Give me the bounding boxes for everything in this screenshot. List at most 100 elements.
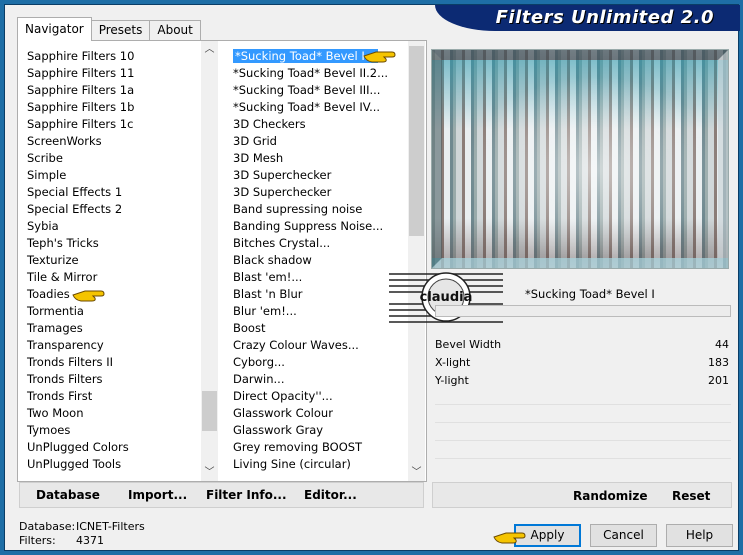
- scroll-down-icon[interactable]: ﹀: [201, 464, 218, 481]
- filter-item[interactable]: Glasswork Colour: [230, 405, 408, 422]
- filter-item[interactable]: *Sucking Toad* Bevel III...: [230, 82, 408, 99]
- tab-presets[interactable]: Presets: [90, 20, 151, 41]
- scroll-down-icon[interactable]: ﹀: [408, 464, 425, 481]
- scroll-up-icon[interactable]: ︿: [201, 41, 218, 58]
- param-label: X-light: [435, 356, 471, 369]
- param-y-light[interactable]: Y-light 201: [435, 372, 731, 390]
- filter-item[interactable]: *Sucking Toad* Bevel II.2...: [230, 65, 408, 82]
- category-item[interactable]: Sapphire Filters 1b: [24, 99, 199, 116]
- filter-item[interactable]: 3D Checkers: [230, 116, 408, 133]
- category-scrollbar[interactable]: ︿ ﹀: [201, 41, 218, 481]
- filter-item[interactable]: Boost: [230, 320, 408, 337]
- tab-about[interactable]: About: [149, 20, 201, 41]
- pointing-hand-icon: [71, 287, 105, 303]
- item-label: Scribe: [27, 151, 63, 165]
- category-item[interactable]: Special Effects 1: [24, 184, 199, 201]
- param-label: Bevel Width: [435, 338, 502, 351]
- filter-item[interactable]: Glasswork Gray: [230, 422, 408, 439]
- category-item[interactable]: ScreenWorks: [24, 133, 199, 150]
- left-button-bar: Database Import... Filter Info... Editor…: [19, 482, 424, 508]
- filter-list[interactable]: *Sucking Toad* Bevel I... *Sucking Toad* …: [230, 48, 408, 482]
- category-list[interactable]: Sapphire Filters 10 Sapphire Filters 11 Sa…: [24, 48, 199, 482]
- cancel-button[interactable]: Cancel: [590, 524, 657, 547]
- filter-scrollbar[interactable]: ﹀: [408, 41, 425, 481]
- category-item[interactable]: Sapphire Filters 11: [24, 65, 199, 82]
- item-label: Bitches Crystal...: [233, 236, 331, 250]
- item-label: *Sucking Toad* Bevel III...: [233, 83, 381, 97]
- filter-item[interactable]: Living Sine (circular): [230, 456, 408, 473]
- filter-item[interactable]: 3D Mesh: [230, 150, 408, 167]
- status-database: Database: ICNET-Filters: [19, 520, 145, 533]
- filter-item[interactable]: Blast 'em!...: [230, 269, 408, 286]
- category-item[interactable]: Tronds Filters II: [24, 354, 199, 371]
- filter-item[interactable]: Blur 'em!...: [230, 303, 408, 320]
- filter-item[interactable]: Bitches Crystal...: [230, 235, 408, 252]
- item-label: Tronds Filters II: [27, 355, 113, 369]
- empty-slider-track: [435, 422, 731, 423]
- category-item[interactable]: Tormentia: [24, 303, 199, 320]
- category-item[interactable]: Sapphire Filters 1c: [24, 116, 199, 133]
- filter-item[interactable]: Darwin...: [230, 371, 408, 388]
- category-item[interactable]: UnPlugged Tools: [24, 456, 199, 473]
- param-x-light[interactable]: X-light 183: [435, 354, 731, 372]
- category-item[interactable]: UnPlugged Colors: [24, 439, 199, 456]
- filter-info-button[interactable]: Filter Info...: [206, 488, 287, 502]
- item-label: Special Effects 1: [27, 185, 123, 199]
- item-label: Two Moon: [27, 406, 84, 420]
- category-item[interactable]: Sapphire Filters 10: [24, 48, 199, 65]
- category-item[interactable]: Two Moon: [24, 405, 199, 422]
- status-database-value: ICNET-Filters: [76, 520, 145, 533]
- category-item[interactable]: Scribe: [24, 150, 199, 167]
- item-label: *Sucking Toad* Bevel I...: [233, 49, 378, 63]
- filter-item[interactable]: 3D Superchecker: [230, 184, 408, 201]
- filter-item[interactable]: Band supressing noise: [230, 201, 408, 218]
- item-label: Teph's Tricks: [27, 236, 99, 250]
- navigator-panel: Sapphire Filters 10 Sapphire Filters 11 Sa…: [17, 40, 427, 482]
- status-filters-label: Filters:: [19, 534, 56, 547]
- filter-item[interactable]: Grey removing BOOST: [230, 439, 408, 456]
- scroll-thumb[interactable]: [409, 46, 424, 236]
- param-bevel-width[interactable]: Bevel Width 44: [435, 336, 731, 354]
- empty-slider-track: [435, 458, 731, 459]
- filter-item[interactable]: 3D Grid: [230, 133, 408, 150]
- item-label: 3D Mesh: [233, 151, 284, 165]
- category-item[interactable]: Simple: [24, 167, 199, 184]
- category-item[interactable]: Tronds Filters: [24, 371, 199, 388]
- filter-item[interactable]: Cyborg...: [230, 354, 408, 371]
- item-label: 3D Grid: [233, 134, 277, 148]
- category-item[interactable]: Toadies: [24, 286, 199, 303]
- category-item[interactable]: Tymoes: [24, 422, 199, 439]
- import-button[interactable]: Import...: [128, 488, 187, 502]
- filter-item[interactable]: Blast 'n Blur: [230, 286, 408, 303]
- filter-item[interactable]: Crazy Colour Waves...: [230, 337, 408, 354]
- reset-button[interactable]: Reset: [672, 489, 710, 503]
- filter-item[interactable]: Black shadow: [230, 252, 408, 269]
- item-label: Sapphire Filters 1a: [27, 83, 135, 97]
- category-item[interactable]: Special Effects 2: [24, 201, 199, 218]
- filter-item[interactable]: Direct Opacity''...: [230, 388, 408, 405]
- category-item[interactable]: Tile & Mirror: [24, 269, 199, 286]
- filter-item[interactable]: Banding Suppress Noise...: [230, 218, 408, 235]
- filter-item[interactable]: 3D Superchecker: [230, 167, 408, 184]
- item-label: Tymoes: [27, 423, 71, 437]
- category-item[interactable]: Sybia: [24, 218, 199, 235]
- database-button[interactable]: Database: [36, 488, 100, 502]
- editor-button[interactable]: Editor...: [304, 488, 357, 502]
- help-button[interactable]: Help: [666, 524, 733, 547]
- category-item[interactable]: Texturize: [24, 252, 199, 269]
- tab-navigator[interactable]: Navigator: [17, 17, 92, 41]
- category-item[interactable]: Sapphire Filters 1a: [24, 82, 199, 99]
- category-item[interactable]: Tramages: [24, 320, 199, 337]
- category-item[interactable]: Teph's Tricks: [24, 235, 199, 252]
- empty-slider-track: [435, 404, 731, 405]
- item-label: 3D Checkers: [233, 117, 306, 131]
- item-label: Tronds Filters: [27, 372, 103, 386]
- watermark-logo: claudia: [389, 272, 503, 323]
- randomize-button[interactable]: Randomize: [573, 489, 647, 503]
- category-item[interactable]: Transparency: [24, 337, 199, 354]
- status-database-label: Database:: [19, 520, 76, 533]
- scroll-thumb[interactable]: [202, 391, 217, 431]
- category-item[interactable]: Tronds First: [24, 388, 199, 405]
- filter-item[interactable]: *Sucking Toad* Bevel IV...: [230, 99, 408, 116]
- item-label: Band supressing noise: [233, 202, 363, 216]
